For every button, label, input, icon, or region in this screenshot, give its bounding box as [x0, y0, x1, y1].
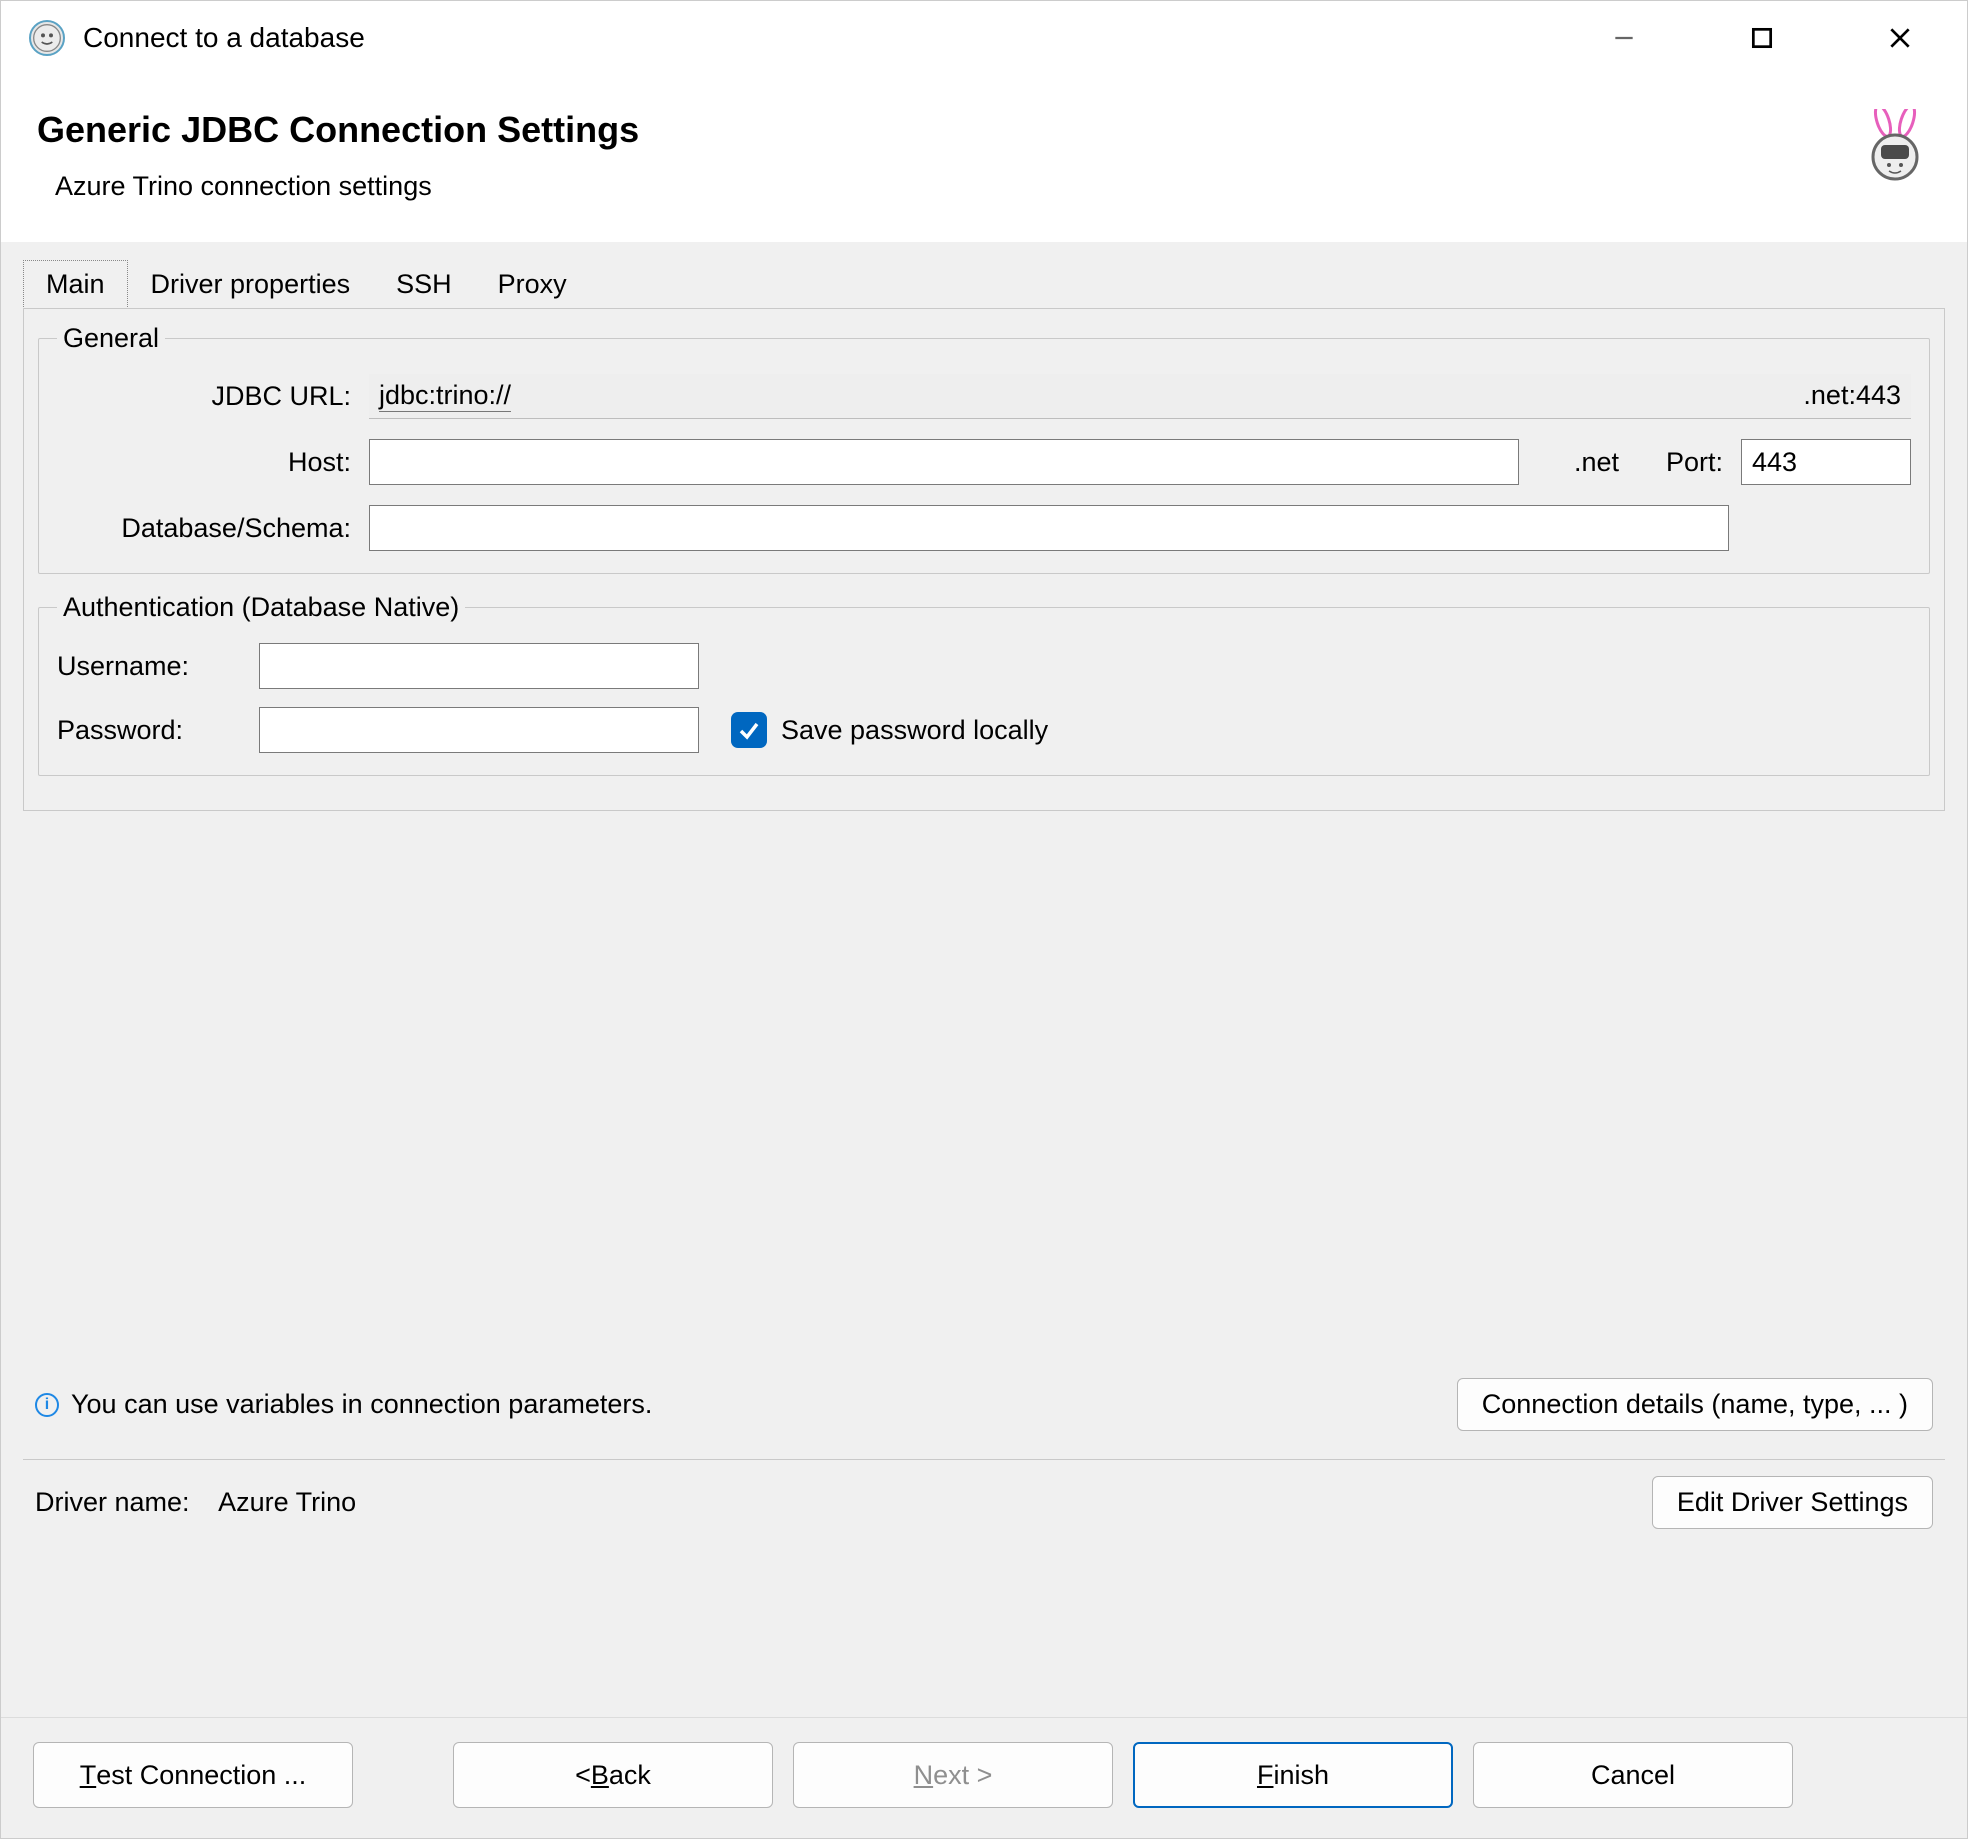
save-password-checkbox[interactable]: [731, 712, 767, 748]
jdbc-url-label: JDBC URL:: [57, 381, 357, 412]
cancel-button[interactable]: Cancel: [1473, 1742, 1793, 1808]
database-input[interactable]: [369, 505, 1729, 551]
close-button[interactable]: [1861, 14, 1939, 62]
auth-legend: Authentication (Database Native): [57, 592, 465, 623]
page-title: Generic JDBC Connection Settings: [37, 109, 639, 151]
dialog-footer: TTest Connection ...est Connection ... <…: [1, 1717, 1967, 1838]
tab-main[interactable]: Main: [23, 260, 128, 309]
general-group: General JDBC URL: jdbc:trino:// .net:443…: [38, 323, 1930, 574]
driver-name-label: Driver name:: [35, 1487, 190, 1517]
dialog-header: Generic JDBC Connection Settings Azure T…: [1, 75, 1967, 242]
jdbc-url-display: jdbc:trino:// .net:443: [369, 374, 1911, 419]
host-suffix: .net: [1531, 447, 1627, 478]
minimize-button[interactable]: [1585, 14, 1663, 62]
port-label: Port:: [1639, 447, 1729, 478]
finish-button[interactable]: Finish: [1133, 1742, 1453, 1808]
info-hint: You can use variables in connection para…: [71, 1389, 652, 1420]
tab-proxy[interactable]: Proxy: [475, 260, 590, 309]
tab-driver-properties[interactable]: Driver properties: [128, 260, 374, 309]
host-input[interactable]: [369, 439, 1519, 485]
window-title: Connect to a database: [83, 22, 365, 54]
test-connection-button[interactable]: TTest Connection ...est Connection ...: [33, 1742, 353, 1808]
title-bar: Connect to a database: [1, 1, 1967, 75]
edit-driver-settings-button[interactable]: Edit Driver Settings: [1652, 1476, 1933, 1529]
password-input[interactable]: [259, 707, 699, 753]
page-subtitle: Azure Trino connection settings: [55, 171, 639, 202]
host-label: Host:: [57, 447, 357, 478]
username-input[interactable]: [259, 643, 699, 689]
connection-details-button[interactable]: Connection details (name, type, ... ): [1457, 1378, 1933, 1431]
maximize-button[interactable]: [1723, 14, 1801, 62]
driver-row: Driver name: Azure Trino Edit Driver Set…: [23, 1476, 1945, 1547]
info-row: i You can use variables in connection pa…: [23, 1368, 1945, 1449]
dialog-content: Main Driver properties SSH Proxy General…: [1, 242, 1967, 1717]
auth-group: Authentication (Database Native) Usernam…: [38, 592, 1930, 776]
tabs: Main Driver properties SSH Proxy: [23, 260, 1945, 309]
jdbc-url-prefix: jdbc:trino://: [379, 380, 511, 412]
username-label: Username:: [57, 651, 247, 682]
tab-ssh[interactable]: SSH: [373, 260, 475, 309]
general-legend: General: [57, 323, 165, 354]
driver-name-value: Azure Trino: [218, 1487, 356, 1517]
port-input[interactable]: [1741, 439, 1911, 485]
mascot-icon: [1859, 109, 1931, 181]
app-icon: [29, 20, 65, 56]
dialog-window: Connect to a database Generic JDBC Conne…: [0, 0, 1968, 1839]
separator: [23, 1459, 1945, 1460]
database-label: Database/Schema:: [57, 513, 357, 544]
save-password-label: Save password locally: [781, 715, 1048, 746]
jdbc-url-suffix: .net:443: [1803, 380, 1901, 412]
tab-panel-main: General JDBC URL: jdbc:trino:// .net:443…: [23, 308, 1945, 811]
info-icon: i: [35, 1393, 59, 1417]
back-button[interactable]: < Back: [453, 1742, 773, 1808]
password-label: Password:: [57, 715, 247, 746]
next-button[interactable]: Next >: [793, 1742, 1113, 1808]
